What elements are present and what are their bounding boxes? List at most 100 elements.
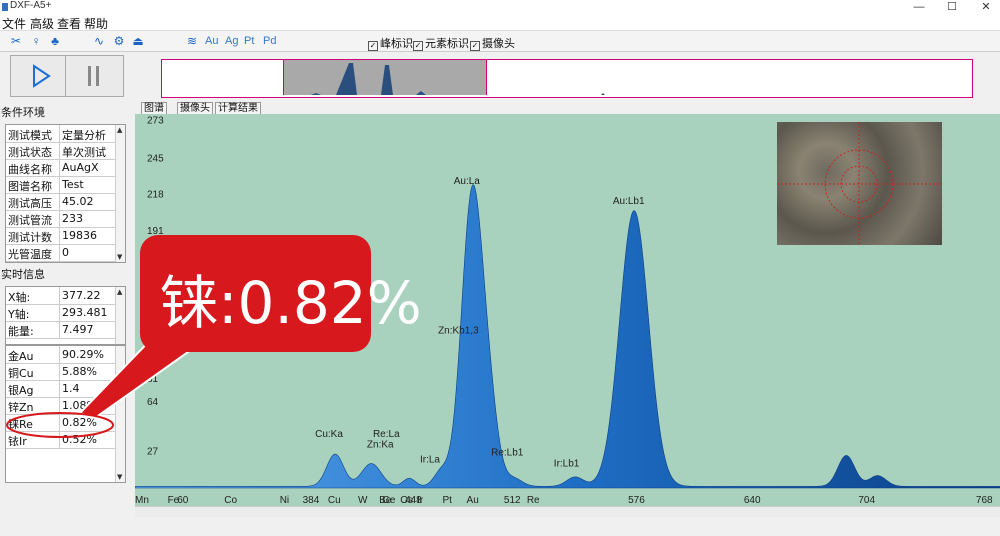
table-row: X轴: 377.22 (6, 287, 125, 305)
peak-label: Zn:Ka (367, 440, 394, 451)
scrollbar[interactable]: ▲ (115, 287, 125, 344)
conditions-table: 测试模式 定量分析 测试状态 单次测试 曲线名称 AuAgX 图谱名称 Test 测试高… (5, 124, 126, 263)
checkbox-box: ✓ (470, 41, 480, 51)
scrollbar[interactable]: ▲ ▼ (115, 125, 125, 262)
row-value: 90.29% (62, 348, 104, 361)
menu-file[interactable]: 文件 (2, 15, 26, 32)
x-tick-label: 512 (504, 495, 521, 506)
row-key: X轴: (8, 291, 31, 304)
element-button-ag[interactable]: Ag (225, 35, 238, 47)
x-tick-label: Ge (382, 495, 396, 506)
start-button[interactable] (10, 55, 69, 97)
row-key: 锌Zn (8, 401, 34, 414)
x-tick-label: Cu (328, 495, 341, 506)
chart-icon[interactable]: ∿ (92, 34, 106, 48)
row-key: 铼Re (8, 418, 33, 431)
x-tick-label: 384 (303, 495, 320, 506)
row-value: 0.52% (62, 433, 97, 446)
table-row: 锌Zn 1.08% (6, 397, 125, 415)
users-icon[interactable]: ♣ (48, 34, 62, 48)
menu-bar: 文件 高级 查看 帮助 (0, 14, 1000, 31)
close-button[interactable]: ✕ (975, 0, 997, 14)
maximize-button[interactable]: ☐ (941, 0, 963, 14)
element-button-pd[interactable]: Pd (263, 35, 276, 47)
element-button-pt[interactable]: Pt (244, 35, 254, 47)
y-tick-label: 218 (147, 190, 164, 201)
toolbar: ✂ ♀ ♣ ∿ ⚙ ⏏ ≋ Au Ag Pt Pd ✓ 峰标识 ✓ 元素标识 ✓ 摄像… (0, 31, 1000, 52)
app-icon (2, 3, 8, 11)
row-value: 0.82% (62, 416, 97, 429)
table-row: 测试高压 45.02 (6, 193, 125, 211)
overview-mini-spectrum (311, 63, 605, 95)
camera-checkbox[interactable]: ✓ 摄像头 (470, 35, 515, 51)
camera-preview[interactable] (777, 122, 942, 245)
user-icon[interactable]: ♀ (29, 34, 43, 48)
row-value: 377.22 (62, 289, 101, 302)
menu-advanced[interactable]: 高级 (30, 15, 54, 32)
row-value: 单次测试 (62, 146, 106, 159)
element-label-checkbox[interactable]: ✓ 元素标识 (413, 35, 469, 51)
y-tick-label: 273 (147, 116, 164, 127)
checkbox-label: 摄像头 (482, 37, 515, 50)
checkbox-box: ✓ (368, 41, 378, 51)
row-value: 定量分析 (62, 129, 106, 142)
element-button-au[interactable]: Au (205, 35, 218, 47)
callout-text: 铼:0.82% (160, 269, 422, 337)
row-value: Test (62, 178, 84, 191)
y-tick-label: 27 (147, 447, 159, 458)
x-tick-label: Re (527, 495, 540, 506)
x-tick-label: W (358, 495, 368, 506)
x-tick-label: 576 (628, 495, 645, 506)
realtime-table: X轴: 377.22 Y轴: 293.481 能量: 7.497 ▲ (5, 286, 126, 345)
row-key: 测试高压 (8, 197, 52, 210)
play-icon (33, 64, 51, 88)
x-axis: Mn Fe 60 Co Ni 384 Cu W Be Ge Os 448 Ir Pt Au 512 Re 576 6… (135, 492, 1000, 506)
row-key: 测试模式 (8, 129, 52, 142)
row-value: 293.481 (62, 306, 108, 319)
horizontal-scrollbar[interactable] (135, 506, 1000, 517)
row-value: 5.88% (62, 365, 97, 378)
table-row: 铜Cu 5.88% (6, 363, 125, 381)
window-title: DXF-A5+ (10, 0, 52, 11)
scrollbar[interactable]: ▼ (115, 346, 125, 482)
x-tick-label: 640 (744, 495, 761, 506)
pause-icon (88, 66, 99, 86)
row-value: 1.08% (62, 399, 97, 412)
x-tick-label: Pt (442, 495, 452, 506)
peak-label: Ir:La (420, 454, 440, 465)
row-key: 曲线名称 (8, 163, 52, 176)
peak-label-checkbox[interactable]: ✓ 峰标识 (368, 35, 413, 51)
pause-button[interactable] (65, 55, 124, 97)
eject-icon[interactable]: ⏏ (131, 34, 145, 48)
menu-help[interactable]: 帮助 (84, 15, 108, 32)
spectrum-icon[interactable]: ≋ (185, 34, 199, 48)
x-tick-label: Ir (417, 495, 424, 506)
gear-icon[interactable]: ⚙ (112, 34, 126, 48)
row-value: 19836 (62, 229, 97, 242)
tools-icon[interactable]: ✂ (9, 34, 23, 48)
peak-label: Au:La (454, 176, 481, 187)
table-row: 光管温度 0 (6, 244, 125, 262)
peak-label: Zn:Kb1,3 (438, 325, 479, 336)
row-key: 铜Cu (8, 367, 34, 380)
table-row: 测试计数 19836 (6, 227, 125, 245)
row-key: 能量: (8, 325, 34, 338)
row-key: 测试状态 (8, 146, 52, 159)
table-row: 铼Re 0.82% (6, 414, 125, 432)
x-tick-label: 60 (177, 495, 189, 506)
table-row: 测试管流 233 (6, 210, 125, 228)
checkbox-label: 元素标识 (425, 37, 469, 50)
row-value: AuAgX (62, 161, 99, 174)
x-tick-label: Co (224, 495, 237, 506)
conditions-title: 条件环境 (1, 106, 45, 119)
menu-view[interactable]: 查看 (57, 15, 81, 32)
peak-label: Au:Lb1 (613, 196, 645, 207)
row-key: 银Ag (8, 384, 34, 397)
row-key: 金Au (8, 350, 34, 363)
table-row: Y轴: 293.481 (6, 304, 125, 322)
checkbox-box: ✓ (413, 41, 423, 51)
minimize-button[interactable]: — (908, 0, 930, 14)
row-key: 图谱名称 (8, 180, 52, 193)
x-tick-label: Ni (280, 495, 289, 506)
results-table: 金Au 90.29% 铜Cu 5.88% 银Ag 1.4 锌Zn 1.08% 铼Re 0.… (5, 345, 126, 483)
